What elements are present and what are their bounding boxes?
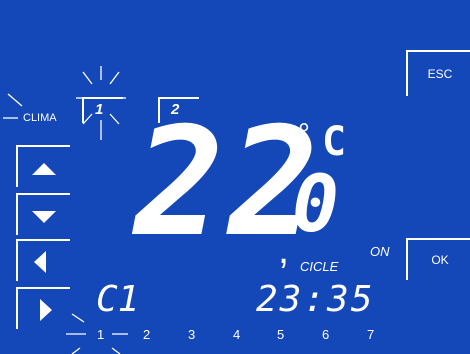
ok-button-label: OK (431, 253, 449, 267)
down-button[interactable] (16, 193, 70, 235)
celsius-unit: C (322, 119, 347, 165)
temperature-decimal-separator: , (278, 228, 290, 272)
arrow-right-icon (40, 299, 52, 321)
day-1: 1 (97, 327, 105, 342)
cicle-label: CICLE (300, 259, 339, 274)
day-5: 5 (277, 327, 285, 342)
day-3: 3 (188, 327, 196, 342)
day-4: 4 (233, 327, 241, 342)
up-button[interactable] (16, 145, 70, 187)
status-on-label: ON (370, 244, 390, 259)
temperature-decimal: 0 (292, 160, 339, 250)
day-2: 2 (143, 327, 151, 342)
arrow-left-icon (34, 251, 46, 273)
day-6: 6 (322, 327, 330, 342)
zone-1-indicator[interactable]: 1 (82, 97, 123, 123)
clock-time: 23:35 (256, 279, 375, 320)
thermostat-screen: CLIMA 1 2 ESC 22 , 0 ° C ON CICLE OK C1 … (0, 0, 470, 354)
degree-symbol: ° (298, 118, 310, 151)
day-7: 7 (367, 327, 375, 342)
ok-button[interactable]: OK (406, 238, 470, 280)
left-button[interactable] (16, 239, 70, 281)
esc-button-label: ESC (427, 67, 453, 81)
right-button[interactable] (16, 287, 70, 329)
esc-button[interactable]: ESC (406, 50, 470, 96)
clima-mode-label[interactable]: CLIMA (23, 112, 57, 124)
arrow-up-icon (32, 163, 56, 175)
arrow-down-icon (32, 211, 56, 223)
